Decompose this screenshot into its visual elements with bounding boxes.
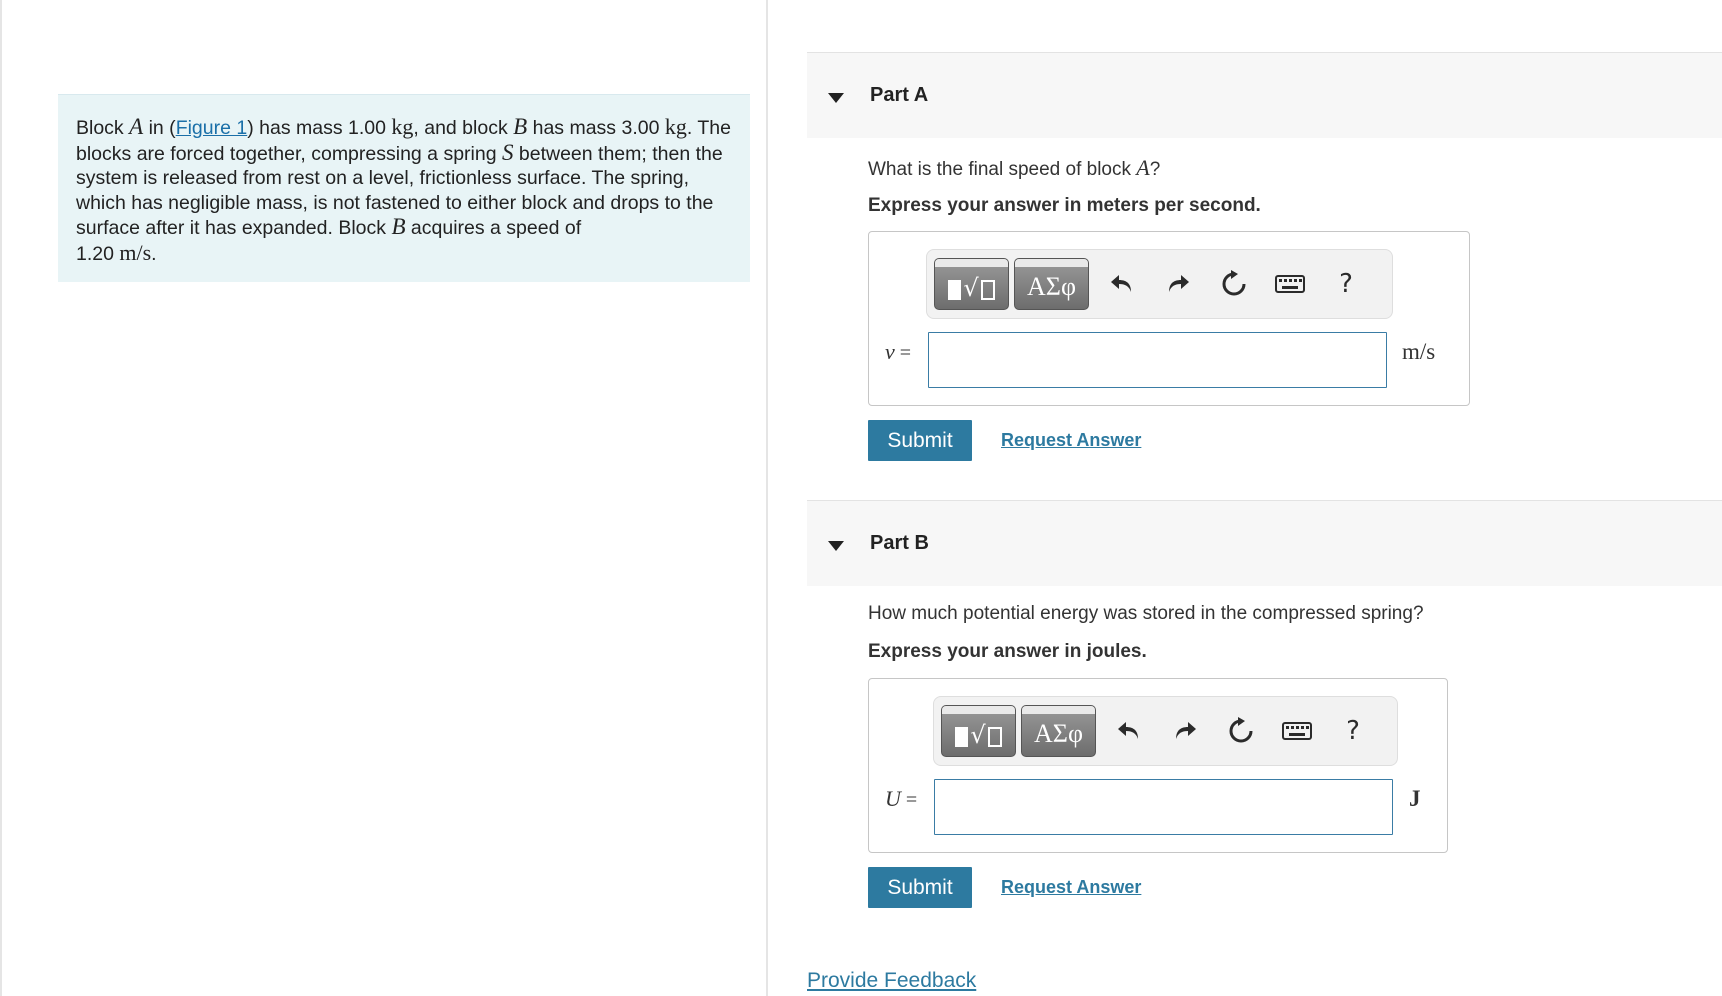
unit-label: J bbox=[1409, 786, 1421, 811]
answer-input[interactable] bbox=[928, 332, 1387, 388]
questions-pane: Part A What is the final speed of block … bbox=[807, 0, 1722, 996]
question-end: ? bbox=[1149, 159, 1161, 180]
problem-text: Block bbox=[76, 117, 130, 139]
templates-icon[interactable]: √ bbox=[934, 258, 1009, 310]
block-a-symbol: A bbox=[129, 114, 144, 139]
part-a-header[interactable]: Part A bbox=[807, 52, 1722, 138]
part-a-title: Part A bbox=[870, 84, 929, 106]
question-variable: A bbox=[1136, 155, 1150, 180]
variable-symbol: v bbox=[885, 339, 895, 364]
request-answer-link[interactable]: Request Answer bbox=[1001, 877, 1141, 898]
problem-pane: Block A in (Figure 1) has mass 1.00 kg, … bbox=[0, 0, 768, 996]
part-b-question: How much potential energy was stored in … bbox=[868, 603, 1424, 625]
provide-feedback-link[interactable]: Provide Feedback bbox=[807, 969, 976, 993]
part-a-answer-box: √ ΑΣφ ? v = m/s bbox=[868, 231, 1470, 406]
reset-icon[interactable] bbox=[1206, 258, 1262, 310]
kg-unit: kg bbox=[664, 114, 687, 139]
speed-value: 1.20 bbox=[76, 242, 120, 265]
block-b-symbol: B bbox=[513, 114, 528, 139]
undo-icon[interactable] bbox=[1094, 258, 1150, 310]
part-a-question: What is the final speed of block A? bbox=[868, 155, 1160, 181]
variable-label: U = bbox=[885, 786, 917, 812]
help-icon[interactable]: ? bbox=[1325, 705, 1381, 757]
part-b-title: Part B bbox=[870, 532, 929, 554]
unit-label: m/s bbox=[1402, 339, 1436, 364]
undo-icon[interactable] bbox=[1101, 705, 1157, 757]
block-b-symbol: B bbox=[391, 214, 406, 239]
submit-button[interactable]: Submit bbox=[868, 420, 972, 461]
submit-button[interactable]: Submit bbox=[868, 867, 972, 908]
greek-symbols-icon[interactable]: ΑΣφ bbox=[1014, 258, 1089, 310]
problem-text: . bbox=[151, 242, 157, 265]
redo-icon[interactable] bbox=[1150, 258, 1206, 310]
problem-text: ) has mass 1.00 bbox=[247, 117, 392, 139]
equals-sign: = bbox=[900, 789, 918, 811]
speed-unit: m/s bbox=[119, 239, 152, 265]
math-toolbar: √ ΑΣφ ? bbox=[933, 696, 1398, 766]
question-text: How much potential energy was stored in … bbox=[868, 603, 1424, 624]
kg-unit: kg bbox=[391, 114, 414, 139]
greek-label: ΑΣφ bbox=[1034, 719, 1083, 748]
problem-statement: Block A in (Figure 1) has mass 1.00 kg, … bbox=[58, 94, 750, 282]
question-text: What is the final speed of block bbox=[868, 159, 1137, 180]
keyboard-icon[interactable] bbox=[1262, 258, 1318, 310]
problem-text: acquires a speed of bbox=[405, 217, 582, 239]
redo-icon[interactable] bbox=[1157, 705, 1213, 757]
templates-icon[interactable]: √ bbox=[941, 705, 1016, 757]
math-toolbar: √ ΑΣφ ? bbox=[926, 249, 1393, 319]
variable-label: v = bbox=[885, 339, 911, 365]
part-b-header[interactable]: Part B bbox=[807, 500, 1722, 586]
greek-label: ΑΣφ bbox=[1027, 272, 1076, 301]
problem-text: in ( bbox=[143, 117, 176, 139]
reset-icon[interactable] bbox=[1213, 705, 1269, 757]
problem-text: has mass 3.00 bbox=[527, 117, 665, 139]
greek-symbols-icon[interactable]: ΑΣφ bbox=[1021, 705, 1096, 757]
part-b-instruction: Express your answer in joules. bbox=[868, 641, 1147, 662]
spring-symbol: S bbox=[501, 139, 514, 165]
keyboard-icon[interactable] bbox=[1269, 705, 1325, 757]
part-a-instruction: Express your answer in meters per second… bbox=[868, 195, 1261, 216]
equals-sign: = bbox=[894, 342, 912, 364]
answer-input[interactable] bbox=[934, 779, 1393, 835]
help-icon[interactable]: ? bbox=[1318, 258, 1374, 310]
part-b-answer-box: √ ΑΣφ ? U = J bbox=[868, 678, 1448, 853]
collapse-caret-icon[interactable] bbox=[828, 540, 844, 551]
problem-text: , and block bbox=[413, 117, 514, 139]
request-answer-link[interactable]: Request Answer bbox=[1001, 430, 1141, 451]
collapse-caret-icon[interactable] bbox=[828, 92, 844, 103]
figure-link[interactable]: Figure 1 bbox=[176, 117, 248, 139]
variable-symbol: U bbox=[885, 786, 901, 811]
